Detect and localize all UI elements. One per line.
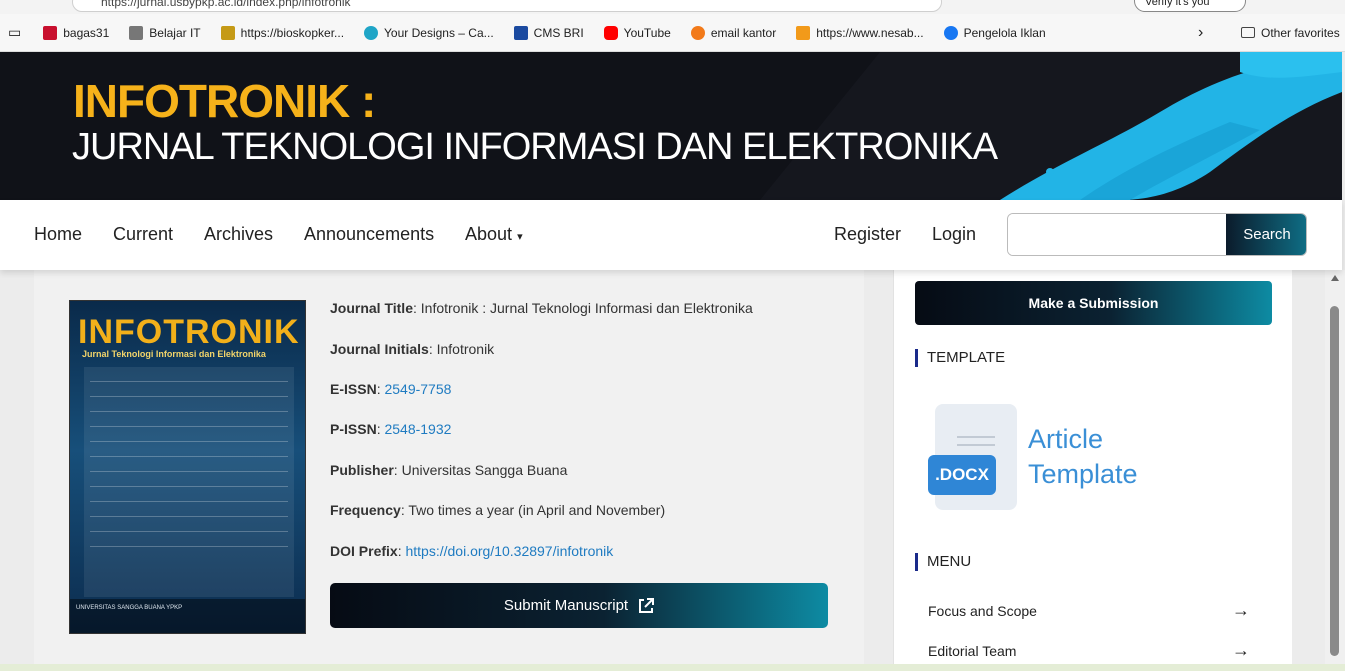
banner-subtitle: JURNAL TEKNOLOGI INFORMASI DAN ELEKTRONI… <box>72 126 998 168</box>
address-bar[interactable]: https://jurnal.usbypkp.ac.id/index.php/i… <box>72 0 942 12</box>
bookmark-canva[interactable]: Your Designs – Ca... <box>364 25 494 40</box>
nav-about-label: About <box>465 224 513 244</box>
caret-down-icon: ▾ <box>517 231 523 243</box>
folder-icon <box>1241 27 1255 38</box>
belajar-it-icon <box>129 25 144 40</box>
bookmark-pengelola-iklan[interactable]: Pengelola Iklan <box>943 25 1046 40</box>
nav-announcements[interactable]: Announcements <box>304 224 434 245</box>
docx-badge: .DOCX <box>928 455 996 495</box>
youtube-icon <box>603 25 618 40</box>
nav-about[interactable]: About ▾ <box>465 224 523 245</box>
submit-manuscript-label: Submit Manuscript <box>503 597 629 614</box>
bookmarks-bar: ▭ bagas31 Belajar IT https://bioskopker.… <box>0 14 1345 52</box>
bookmark-nesab[interactable]: https://www.nesab... <box>796 25 924 40</box>
chevron-right-icon[interactable]: › <box>1198 24 1203 42</box>
submit-manuscript-button[interactable]: Submit Manuscript <box>330 583 828 628</box>
film-icon <box>220 25 235 40</box>
arrow-right-icon: → <box>1232 640 1250 660</box>
pissn-link[interactable]: 2548-1932 <box>384 421 451 437</box>
scroll-thumb[interactable] <box>1330 306 1339 656</box>
menu-item-focus-and-scope[interactable]: Focus and Scope → <box>928 600 1250 621</box>
search-button[interactable]: Search <box>1226 214 1306 255</box>
cover-footer: UNIVERSITAS SANGGA BUANA YPKP <box>70 599 305 633</box>
menu-item-editorial-team[interactable]: Editorial Team → <box>928 640 1250 661</box>
menu-heading: MENU <box>915 553 971 571</box>
bagas31-icon <box>43 25 58 40</box>
search-input[interactable] <box>1008 214 1226 255</box>
cover-table-of-contents <box>84 367 294 597</box>
bookmark-youtube[interactable]: YouTube <box>603 25 671 40</box>
cover-title: INFOTRONIK <box>78 313 300 351</box>
scroll-up-icon[interactable] <box>1331 275 1339 281</box>
bookmark-bioskopker[interactable]: https://bioskopker... <box>220 25 344 40</box>
template-heading: TEMPLATE <box>915 349 1005 367</box>
doi-link[interactable]: https://doi.org/10.32897/infotronik <box>405 543 613 559</box>
journal-cover-image: INFOTRONIK Jurnal Teknologi Informasi da… <box>69 300 306 634</box>
main-navigation: Home Current Archives Announcements Abou… <box>0 200 1342 270</box>
profile-button[interactable]: Verify it's you <box>1134 0 1246 12</box>
bookmark-other-favorites[interactable]: Other favorites <box>1241 26 1340 40</box>
nesab-icon <box>796 25 811 40</box>
sidebar: Make a Submission TEMPLATE .DOCX Article… <box>893 270 1292 671</box>
canva-icon <box>364 25 379 40</box>
external-link-icon <box>639 597 655 613</box>
make-submission-button[interactable]: Make a Submission <box>915 281 1272 325</box>
nav-register[interactable]: Register <box>834 224 901 245</box>
banner-title: INFOTRONIK : <box>73 75 376 127</box>
eissn-row: E-ISSN: 2549-7758 <box>330 381 452 397</box>
journal-info-panel: INFOTRONIK Jurnal Teknologi Informasi da… <box>34 270 864 671</box>
search-form: Search <box>1007 213 1307 256</box>
bookmark-cms-bri[interactable]: CMS BRI <box>513 25 584 40</box>
facebook-icon <box>943 25 958 40</box>
bookmark-belajar-it[interactable]: Belajar IT <box>129 25 201 40</box>
pissn-row: P-ISSN: 2548-1932 <box>330 421 452 437</box>
article-template-text: Article Template <box>1028 424 1138 489</box>
journal-banner: INFOTRONIK : JURNAL TEKNOLOGI INFORMASI … <box>0 52 1342 200</box>
journal-title-row: Journal Title: Infotronik : Jurnal Tekno… <box>330 300 753 316</box>
bri-icon <box>513 25 528 40</box>
bookmark-email-kantor[interactable]: email kantor <box>690 25 776 40</box>
publisher-row: Publisher: Universitas Sangga Buana <box>330 462 568 478</box>
cover-subtitle: Jurnal Teknologi Informasi dan Elektroni… <box>82 349 266 359</box>
journal-initials-row: Journal Initials: Infotronik <box>330 341 495 357</box>
eissn-link[interactable]: 2549-7758 <box>384 381 451 397</box>
arrow-right-icon: → <box>1232 600 1250 620</box>
os-taskbar <box>0 664 1345 671</box>
nav-current[interactable]: Current <box>113 224 173 245</box>
email-icon <box>690 25 705 40</box>
doi-row: DOI Prefix: https://doi.org/10.32897/inf… <box>330 543 614 559</box>
reading-list-icon[interactable]: ▭ <box>8 24 21 41</box>
bookmark-bagas31[interactable]: bagas31 <box>43 25 109 40</box>
browser-toolbar: https://jurnal.usbypkp.ac.id/index.php/i… <box>0 0 1345 14</box>
frequency-row: Frequency: Two times a year (in April an… <box>330 502 666 518</box>
nav-login[interactable]: Login <box>932 224 976 245</box>
page-scrollbar[interactable] <box>1325 270 1345 671</box>
nav-archives[interactable]: Archives <box>204 224 273 245</box>
nav-home[interactable]: Home <box>34 224 82 245</box>
